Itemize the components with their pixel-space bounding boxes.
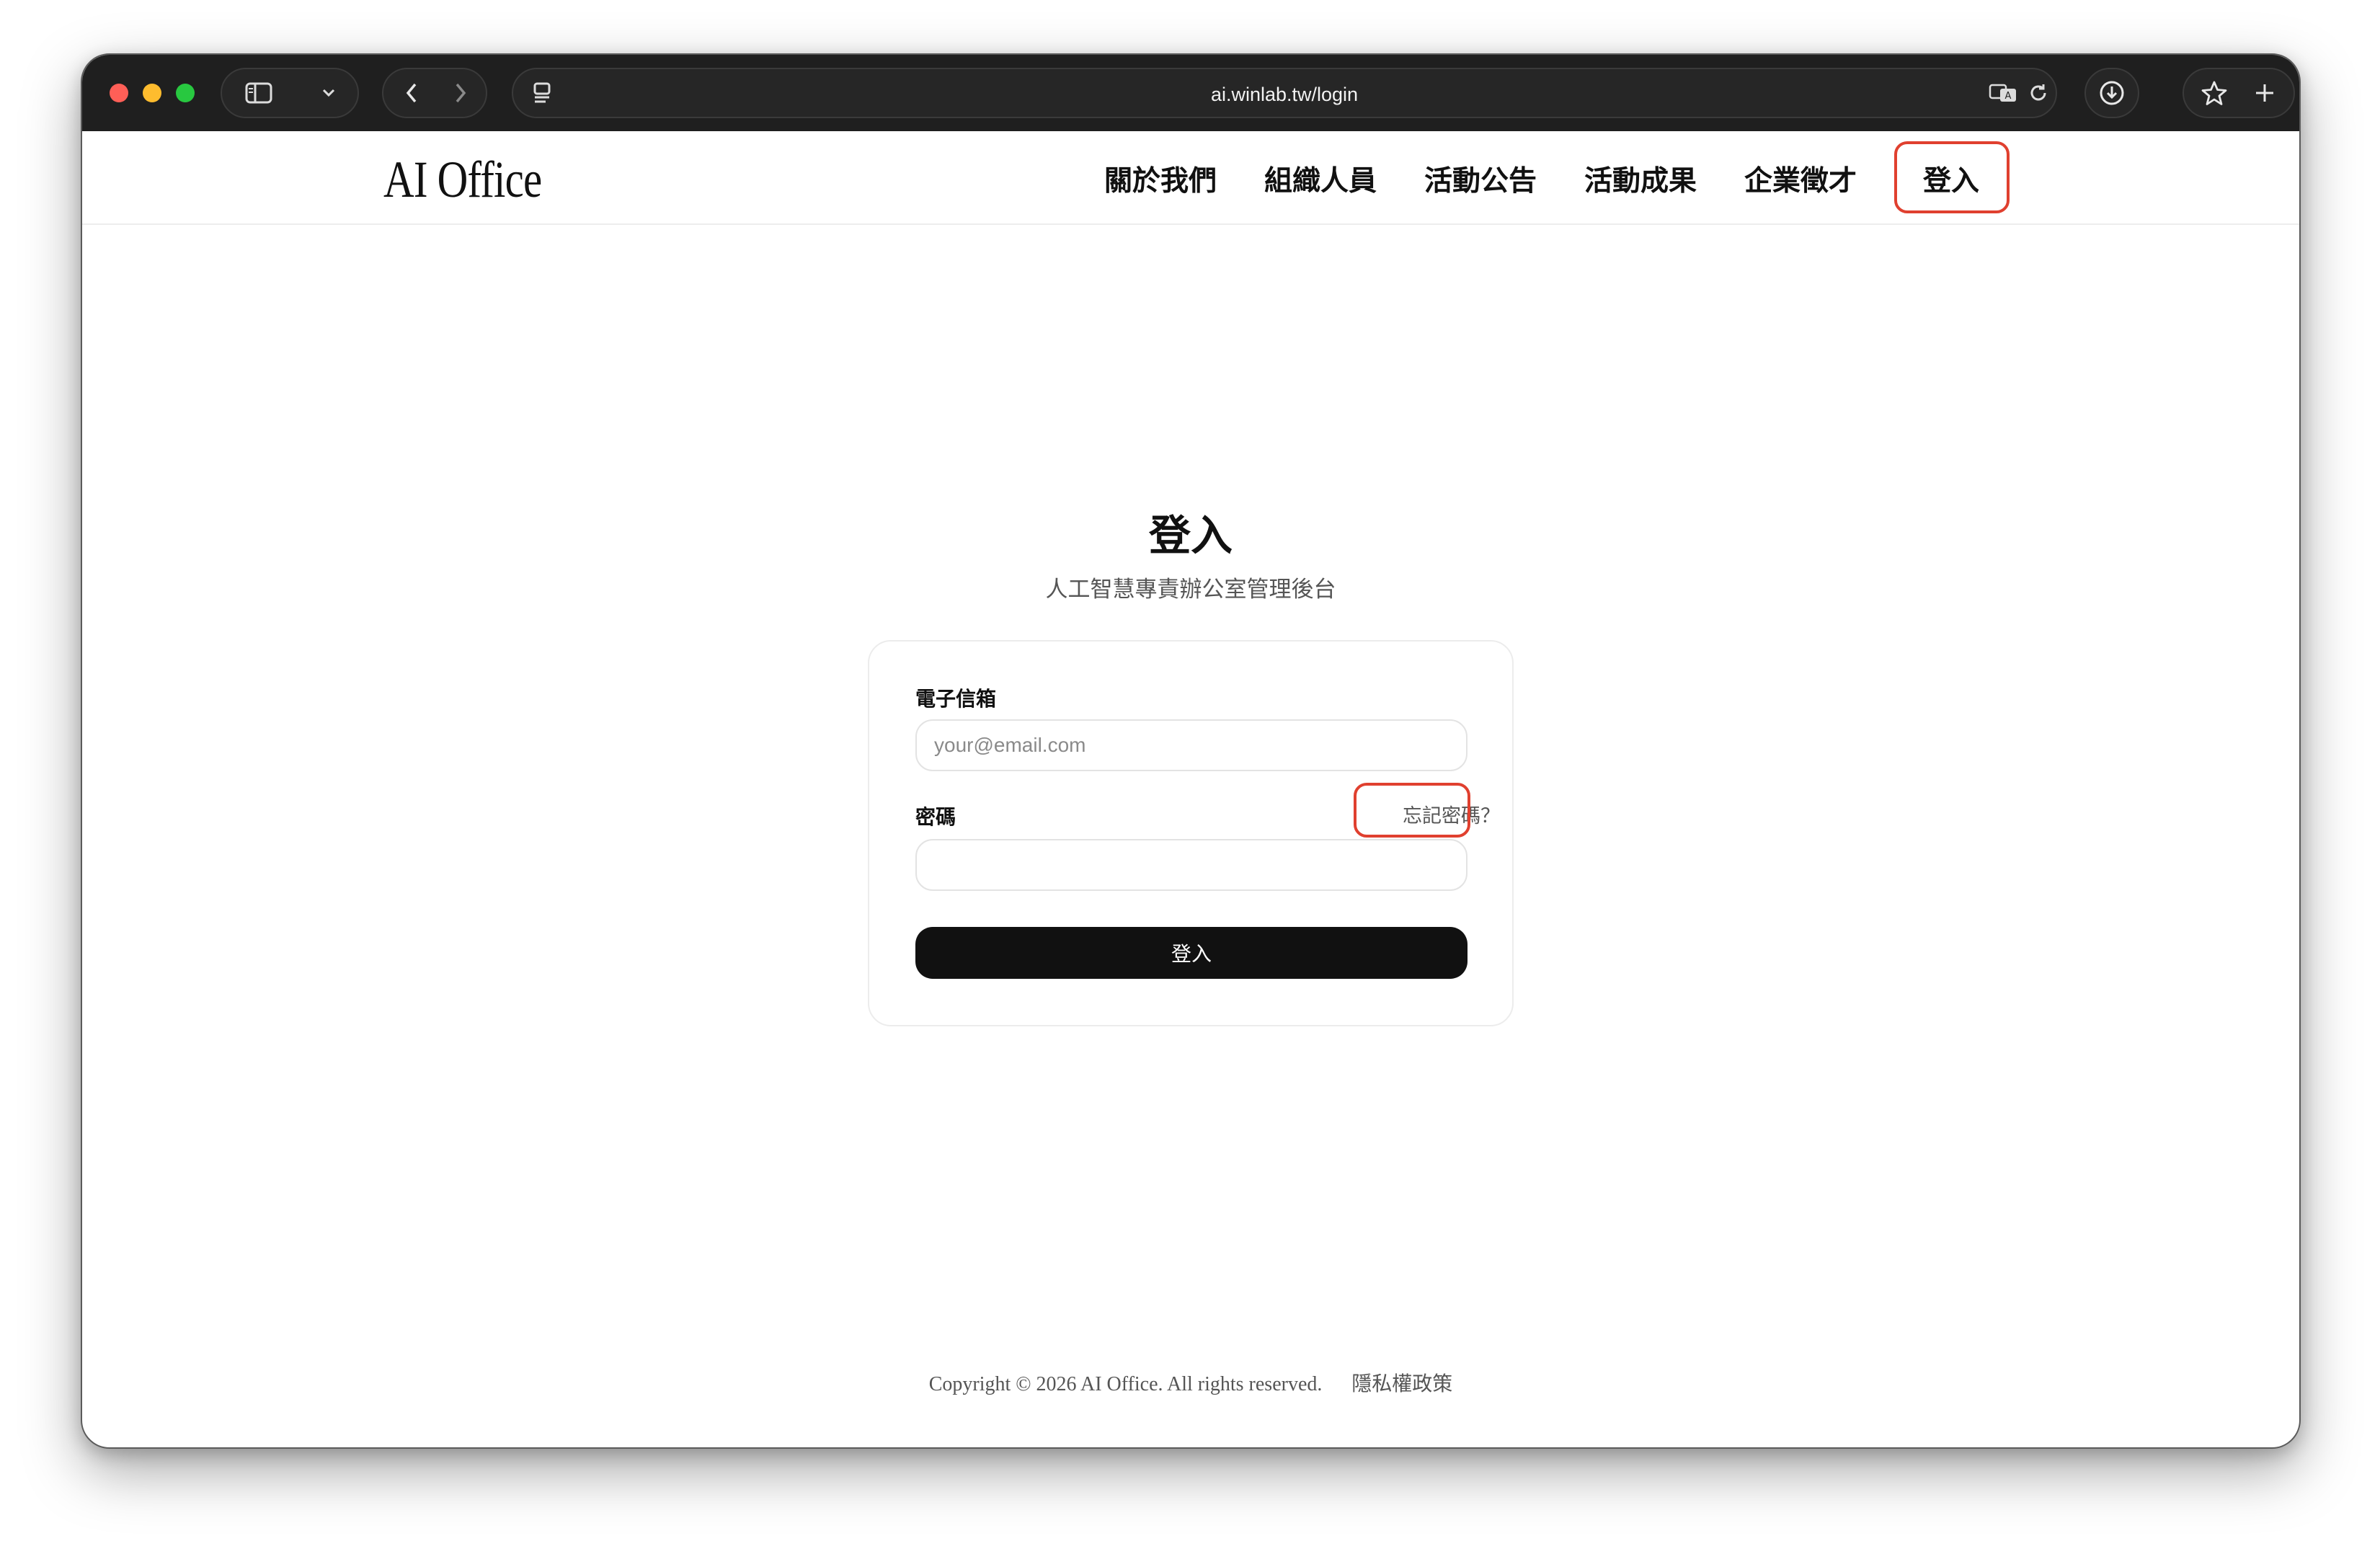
- plus-icon[interactable]: [2240, 68, 2289, 118]
- close-window-button[interactable]: [110, 84, 128, 102]
- minimize-window-button[interactable]: [143, 84, 161, 102]
- copyright-text: Copyright © 2026 AI Office. All rights r…: [928, 1373, 1323, 1395]
- site-footer: Copyright © 2026 AI Office. All rights r…: [82, 1368, 2299, 1397]
- chevron-down-icon[interactable]: [307, 68, 350, 118]
- maximize-window-button[interactable]: [176, 84, 195, 102]
- chevron-right-icon[interactable]: [437, 68, 484, 118]
- login-card: 電子信箱 密碼 忘記密碼？ 登入: [868, 640, 1514, 1026]
- password-label: 密碼: [915, 805, 956, 829]
- nav-item-results[interactable]: 活動成果: [1584, 157, 1697, 200]
- nav-item-about[interactable]: 關於我們: [1104, 157, 1217, 200]
- browser-toolbar: ai.winlab.tw/login A: [82, 55, 2299, 131]
- nav-item-announcements[interactable]: 活動公告: [1424, 157, 1537, 200]
- login-button[interactable]: 登入: [915, 927, 1467, 979]
- url-text[interactable]: ai.winlab.tw/login: [513, 69, 2056, 120]
- chevron-left-icon[interactable]: [388, 68, 435, 118]
- reload-icon[interactable]: [2022, 68, 2054, 118]
- email-field[interactable]: [915, 719, 1467, 771]
- download-icon[interactable]: [2084, 68, 2139, 118]
- page-icon[interactable]: [520, 68, 564, 118]
- forgot-password-highlight: [1354, 783, 1470, 838]
- email-label: 電子信箱: [915, 687, 997, 711]
- page-subtitle: 人工智慧專責辦公室管理後台: [1045, 577, 1336, 603]
- star-icon[interactable]: [2190, 68, 2239, 118]
- page-title: 登入: [1148, 511, 1233, 560]
- password-field[interactable]: [915, 839, 1467, 891]
- privacy-policy-link[interactable]: 隱私權政策: [1351, 1372, 1452, 1395]
- translate-icon[interactable]: A: [1985, 68, 2021, 118]
- nav-item-members[interactable]: 組織人員: [1264, 157, 1377, 200]
- nav-item-careers[interactable]: 企業徵才: [1744, 157, 1857, 200]
- nav-login-highlight: [1894, 141, 2010, 213]
- sidebar-icon[interactable]: [234, 68, 284, 118]
- address-bar[interactable]: ai.winlab.tw/login: [512, 68, 2057, 118]
- svg-text:A: A: [2005, 91, 2012, 102]
- browser-window: ai.winlab.tw/login A AI Office 關於我們 組織人員…: [81, 53, 2301, 1449]
